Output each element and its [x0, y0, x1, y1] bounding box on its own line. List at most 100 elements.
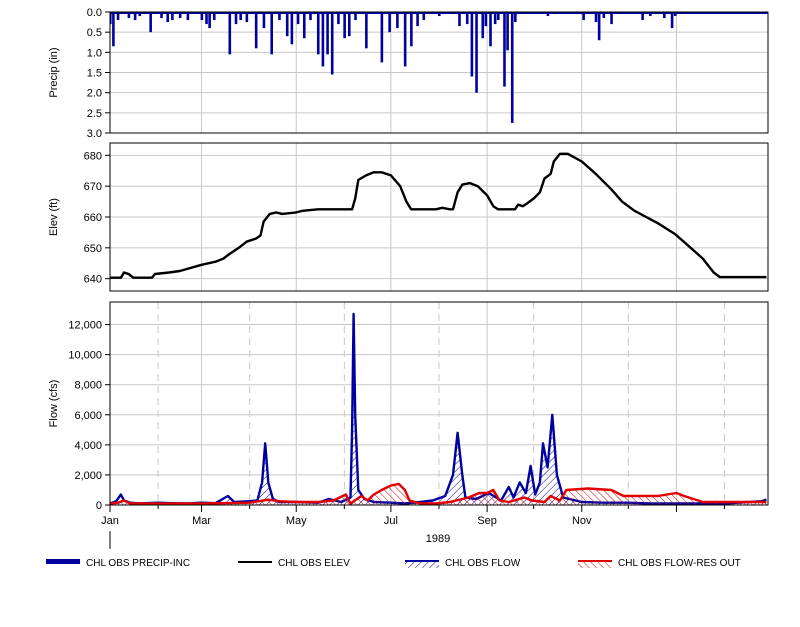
y-tick-label: 0.0 — [87, 7, 102, 19]
legend-item: CHL OBS PRECIP-INC — [46, 558, 190, 569]
y-tick-label: 2,000 — [74, 470, 102, 482]
precip-bar — [649, 12, 652, 17]
precip-bar — [582, 12, 585, 21]
y-tick-label: 0.5 — [87, 27, 102, 39]
precip-bar — [670, 12, 674, 29]
time-axis: Jan Mar May Jul Sep Nov 1989 — [101, 505, 726, 549]
precip-bar — [138, 12, 142, 17]
flow-panel: 0 2,000 4,000 6,000 8,000 10,000 12,000 Flow (c… — [48, 301, 769, 512]
precip-bar — [285, 12, 289, 37]
precip-bar — [641, 12, 644, 21]
precip-bar — [365, 12, 368, 49]
y-axis-label: Flow (cfs) — [48, 380, 60, 428]
y-tick-label: 650 — [84, 243, 102, 255]
precip-bar — [546, 12, 550, 17]
precip-bar — [239, 12, 242, 21]
precip-bar — [481, 12, 485, 39]
precip-bar — [133, 12, 137, 21]
precip-bar — [510, 12, 514, 123]
legend-item: CHL OBS FLOW — [405, 558, 521, 569]
precip-bar — [347, 12, 351, 37]
legend-swatch — [578, 561, 612, 568]
legend-swatch — [405, 561, 439, 568]
precip-bar — [470, 12, 474, 77]
precip-bar — [465, 12, 469, 25]
legend: CHL OBS PRECIP-INC CHL OBS ELEV CHL OBS FL… — [46, 558, 741, 569]
precip-bar — [296, 12, 300, 25]
legend-label: CHL OBS ELEV — [278, 558, 350, 569]
precip-bar — [354, 12, 357, 21]
precip-bar — [489, 12, 492, 47]
precip-bar — [597, 12, 601, 41]
precip-bar — [337, 12, 340, 25]
precip-bar — [343, 12, 346, 39]
precip-bar — [160, 12, 163, 19]
precip-bar — [245, 12, 249, 23]
precip-bar — [171, 12, 174, 21]
y-tick-label: 1.0 — [87, 47, 102, 59]
precip-bar — [321, 12, 325, 67]
precip-bar — [254, 12, 258, 49]
precip-bar — [178, 12, 182, 19]
precip-bar — [673, 12, 677, 17]
y-tick-label: 670 — [84, 181, 102, 193]
precip-bar — [116, 12, 120, 21]
precip-bar — [112, 12, 115, 47]
precip-bar — [208, 12, 211, 29]
precip-bar — [403, 12, 407, 67]
y-tick-label: 4,000 — [74, 440, 102, 452]
precip-bar — [493, 12, 497, 25]
precip-bar — [290, 12, 294, 45]
x-tick-label: Jul — [384, 515, 398, 527]
y-tick-label: 6,000 — [74, 410, 102, 422]
precip-bar — [514, 12, 517, 23]
precip-bar — [388, 12, 391, 33]
legend-label: CHL OBS FLOW — [445, 558, 521, 569]
precip-bar — [416, 12, 419, 27]
precip-bar — [326, 12, 329, 55]
precip-bar — [205, 12, 208, 25]
precip-bar — [506, 12, 509, 51]
precip-bar — [663, 12, 666, 19]
precip-bar — [410, 12, 413, 47]
y-axis-label: Precip (in) — [48, 47, 60, 97]
precip-bar — [270, 12, 273, 55]
x-tick-label: Mar — [192, 515, 211, 527]
precip-bar — [594, 12, 598, 23]
precip-bar — [503, 12, 506, 87]
x-year-label: 1989 — [426, 533, 450, 545]
y-tick-label: 640 — [84, 274, 102, 286]
y-tick-label: 2.5 — [87, 108, 102, 120]
precip-bar — [127, 12, 131, 19]
y-tick-label: 0 — [96, 500, 102, 512]
y-tick-label: 660 — [84, 212, 102, 224]
legend-label: CHL OBS PRECIP-INC — [86, 558, 190, 569]
precip-bar — [380, 12, 384, 63]
hydrograph-chart: 0.00.51.01.52.02.53.0Precip (in) 6406506… — [46, 7, 769, 569]
y-tick-label: 680 — [84, 150, 102, 162]
precip-bar — [309, 12, 312, 21]
precip-bar — [234, 12, 238, 25]
legend-item: CHL OBS FLOW-RES OUT — [578, 558, 741, 569]
x-tick-label: Sep — [477, 515, 497, 527]
precip-bar — [475, 12, 478, 93]
legend-swatch — [46, 559, 80, 564]
precip-bar — [496, 12, 500, 21]
y-tick-label: 1.5 — [87, 68, 102, 80]
precip-bar — [610, 12, 613, 25]
precip-bar — [166, 12, 170, 23]
legend-item: CHL OBS ELEV — [238, 558, 350, 569]
precip-bar — [484, 12, 488, 27]
precip-bar — [438, 12, 441, 17]
precip-bar — [316, 12, 320, 55]
precip-panel: 0.0 0.5 1.0 1.5 2.0 2.5 3.0 Precip (in) — [48, 7, 769, 140]
y-tick-label: 8,000 — [74, 380, 102, 392]
elevation-panel: 640 650 660 670 680 Elev (ft) — [48, 142, 769, 292]
precip-bar — [602, 12, 606, 19]
legend-label: CHL OBS FLOW-RES OUT — [618, 558, 741, 569]
precip-bar — [212, 12, 216, 21]
precip-bar — [228, 12, 232, 55]
y-tick-label: 10,000 — [68, 350, 102, 362]
precip-bar — [186, 12, 190, 21]
precip-bar — [278, 12, 281, 21]
